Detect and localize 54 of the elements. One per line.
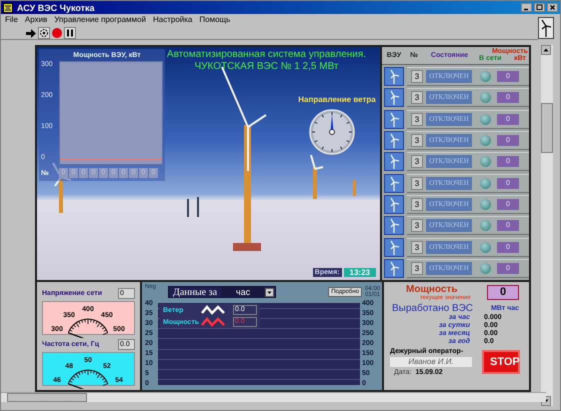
unit-number: 3 [411,70,423,84]
menu-item[interactable]: Настройка [152,15,192,24]
system-title: Автоматизированная система управления. [166,49,368,61]
produced-title: Выработано ВЭС [391,303,474,314]
scroll-up-icon[interactable] [541,45,551,55]
unit-number: 3 [411,155,423,168]
stop-button[interactable]: STOP [482,350,520,374]
wind-turbine-icon[interactable] [384,238,404,257]
wind-turbine-icon[interactable] [384,67,404,86]
power-label: Мощность [406,285,458,295]
scroll-thumb[interactable] [7,393,87,402]
unit-number: 3 [411,91,423,104]
wind-turbine-icon[interactable] [384,152,404,172]
system-title: ЧУКОТСКАЯ ВЭС № 1 2,5 МВт [194,61,340,73]
unit-number: 3 [411,134,423,148]
horizontal-scrollbar[interactable] [1,392,546,402]
menu-item[interactable]: File [5,15,18,24]
unit-number: 3 [411,176,423,190]
unit-number: 3 [411,198,423,211]
compass-dial [309,109,355,155]
period-value: час [221,287,266,297]
vertical-scrollbar[interactable] [541,45,553,406]
wind-direction-label: Направление ветра [298,95,376,105]
menu-item[interactable]: Архив [24,15,48,24]
window-title: АСУ ВЭС Чукотка [17,2,95,12]
unit-number: 3 [411,262,423,275]
wind-turbine-icon[interactable] [538,17,554,39]
scroll-thumb[interactable] [541,103,553,153]
wind-turbine-icon[interactable] [384,174,404,193]
menu-item[interactable]: Управление программой [54,15,146,24]
close-icon[interactable] [547,3,558,12]
wind-turbine-icon[interactable] [384,194,404,214]
scale-arc [66,369,110,389]
unit-number: 3 [411,240,423,254]
wind-turbine-icon[interactable] [384,110,404,129]
wind-turbine-icon[interactable] [384,258,404,278]
time-value: 13:23 [344,268,376,277]
scale-arc [66,318,110,338]
wind-turbine-icon[interactable] [384,216,404,236]
menu-item[interactable]: Помощь [199,15,230,24]
wind-turbine-icon[interactable] [384,131,404,150]
period-dropdown[interactable]: Данные за час [168,286,276,298]
arrow-icon[interactable] [25,28,37,38]
maximize-icon[interactable] [534,3,545,12]
period-label: Данные за [172,286,218,298]
unit-number: 3 [411,219,423,232]
power-value: 0 [487,285,519,300]
app-icon [3,2,13,12]
operator-field: Иванов И.И. [390,357,472,367]
pause-icon[interactable] [64,27,76,39]
unit-number: 3 [411,112,423,126]
wind-turbine-icon[interactable] [384,88,404,108]
gear-icon[interactable] [38,27,50,39]
minimize-icon[interactable] [521,3,532,12]
